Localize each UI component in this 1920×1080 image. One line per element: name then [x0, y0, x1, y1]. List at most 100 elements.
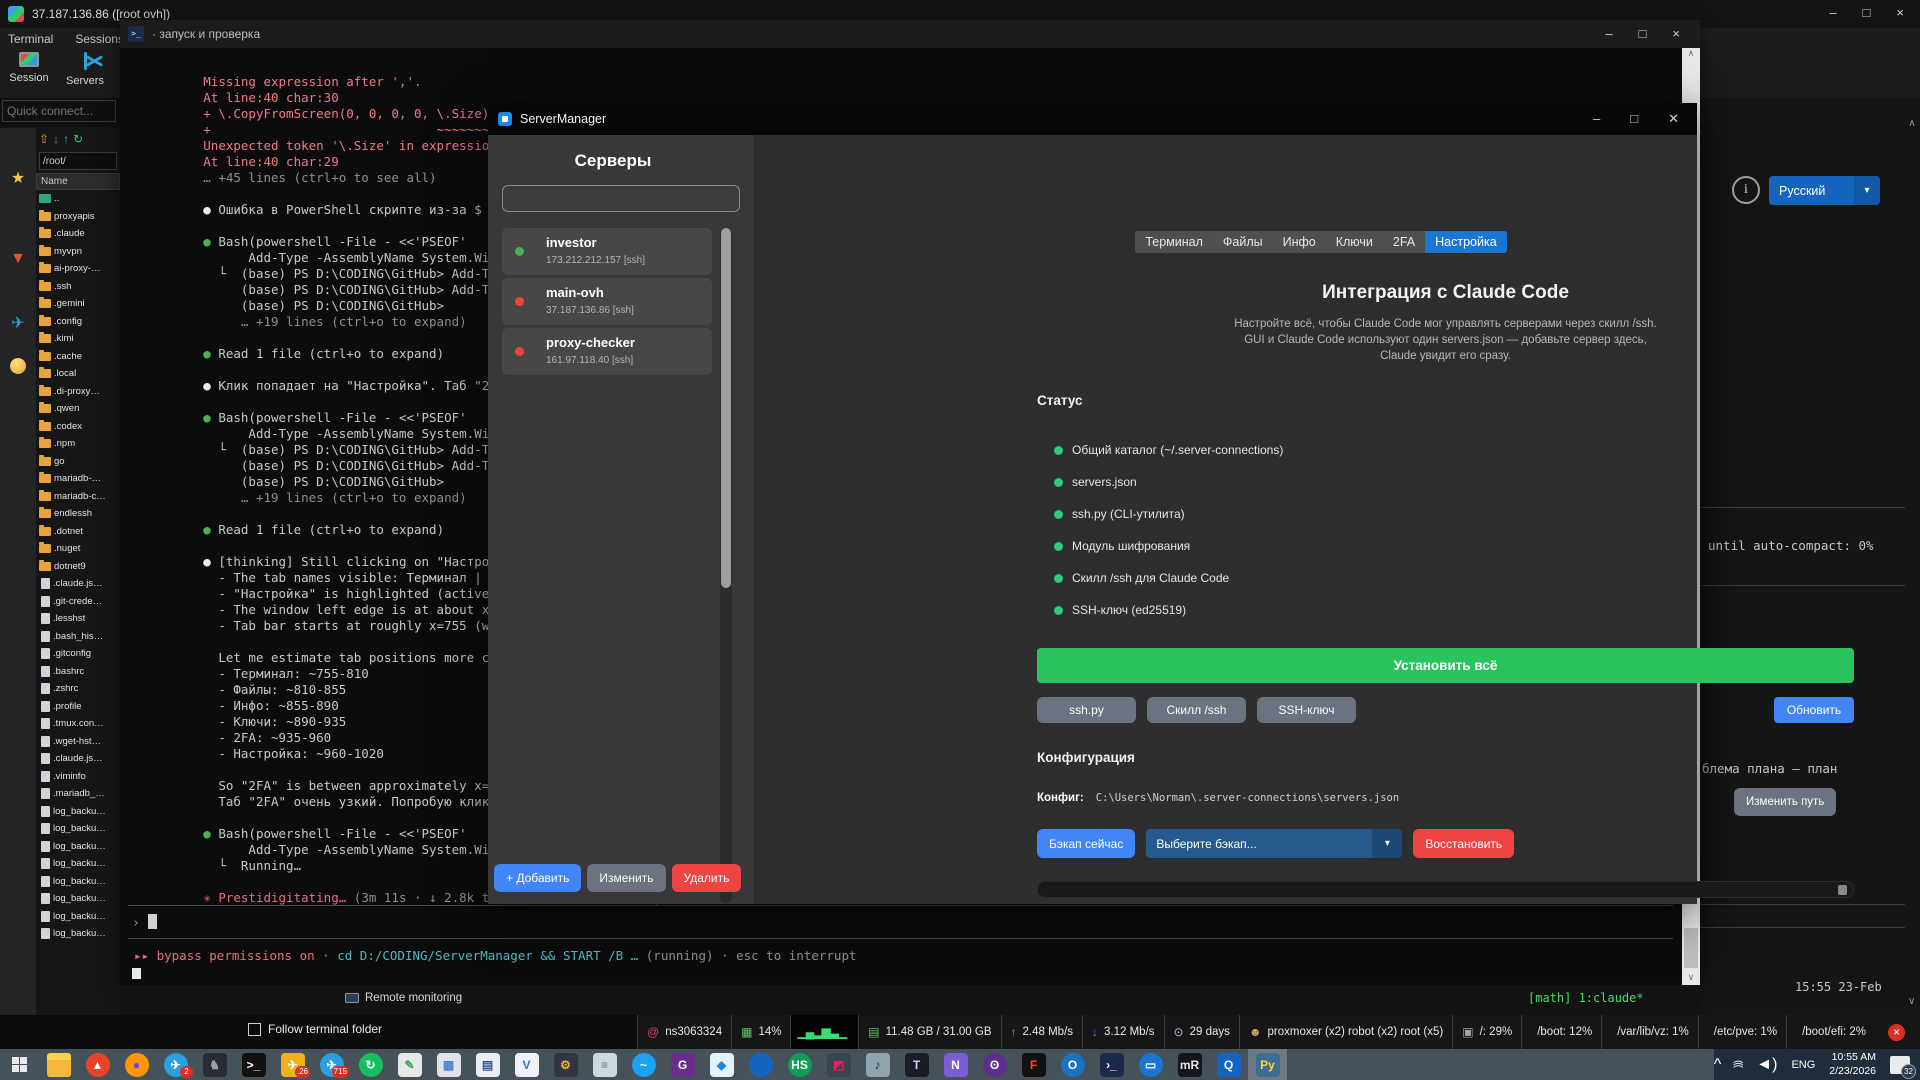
taskbar-icon[interactable]: HS	[780, 1049, 819, 1080]
taskbar-icon[interactable]	[39, 1049, 78, 1080]
file-row[interactable]: .gemini	[36, 295, 120, 313]
file-row[interactable]: .codex	[36, 418, 120, 436]
taskbar-icon[interactable]: V	[507, 1049, 546, 1080]
file-row[interactable]: log_backu…	[36, 890, 120, 908]
follow-terminal-checkbox[interactable]: Follow terminal folder	[248, 1022, 382, 1036]
maximize-icon[interactable]: □	[1630, 111, 1638, 127]
component-button[interactable]: ssh.py	[1037, 697, 1136, 723]
file-row[interactable]: .kimi	[36, 330, 120, 348]
status-bar-item[interactable]: ▁▄▂▆▃▁	[790, 1015, 858, 1049]
maximize-icon[interactable]: □	[1639, 26, 1647, 41]
file-row[interactable]: log_backu…	[36, 820, 120, 838]
refresh-button[interactable]: Обновить	[1774, 697, 1854, 723]
status-bar-item[interactable]: ↑ 2.48 Mb/s	[1001, 1015, 1083, 1049]
change-path-button[interactable]: Изменить путь	[1734, 788, 1836, 816]
taskbar-icon[interactable]: T	[897, 1049, 936, 1080]
file-row[interactable]: .dotnet	[36, 523, 120, 541]
taskbar-icon[interactable]: ✈ 2	[156, 1049, 195, 1080]
file-row[interactable]: .claude.js…	[36, 575, 120, 593]
terminal-prompt[interactable]: ›	[132, 914, 157, 931]
taskbar-icon[interactable]: ⚙	[546, 1049, 585, 1080]
taskbar-icon[interactable]: ◆	[702, 1049, 741, 1080]
file-row[interactable]: myvpn	[36, 243, 120, 261]
path-input[interactable]	[39, 152, 117, 170]
status-bar-item[interactable]: ▦ 14%	[731, 1015, 790, 1049]
taskbar-icon[interactable]: ↻	[351, 1049, 390, 1080]
servers-button[interactable]: Servers	[58, 52, 112, 87]
component-button[interactable]: SSH-ключ	[1257, 697, 1356, 723]
file-row[interactable]: .di-proxy…	[36, 383, 120, 401]
taskbar-icon[interactable]: mR	[1170, 1049, 1209, 1080]
file-row[interactable]: proxyapis	[36, 208, 120, 226]
favorites-star-icon[interactable]: ★	[7, 168, 29, 190]
file-column-header[interactable]: Name	[36, 173, 120, 190]
taskbar-icon[interactable]	[0, 1049, 39, 1080]
tab[interactable]: Файлы	[1213, 231, 1273, 253]
status-bar-item[interactable]: /boot: 12%	[1521, 1015, 1601, 1049]
file-row[interactable]: .ssh	[36, 278, 120, 296]
server-action-button[interactable]: Изменить	[587, 864, 665, 892]
language-select[interactable]: Русский ▾	[1769, 176, 1880, 205]
file-row[interactable]: .npm	[36, 435, 120, 453]
install-all-button[interactable]: Установить всё	[1037, 648, 1854, 683]
file-row[interactable]: .gitconfig	[36, 645, 120, 663]
status-bar-item[interactable]: @ ns3063324	[637, 1015, 731, 1049]
tab[interactable]: 2FA	[1383, 231, 1425, 253]
tray-clock[interactable]: 10:55 AM2/23/2026	[1829, 1051, 1876, 1077]
tab[interactable]: Настройка	[1425, 231, 1507, 253]
server-list-scrollbar[interactable]	[720, 228, 732, 903]
download-icon[interactable]: ▼	[7, 248, 29, 270]
scrollbar-thumb[interactable]	[721, 228, 731, 588]
file-row[interactable]: .local	[36, 365, 120, 383]
tab[interactable]: Терминал	[1135, 231, 1213, 253]
server-card[interactable]: main-ovh 37.187.136.86 [ssh]	[502, 278, 712, 325]
file-row[interactable]: ai-proxy-…	[36, 260, 120, 278]
server-action-button[interactable]: Удалить	[672, 864, 742, 892]
file-row[interactable]: .config	[36, 313, 120, 331]
refresh-icon[interactable]: ↻	[73, 132, 83, 146]
backup-select[interactable]: Выберите бэкап... ▾	[1146, 829, 1402, 858]
server-action-button[interactable]: + Добавить	[494, 864, 581, 892]
file-row[interactable]: .bashrc	[36, 663, 120, 681]
file-row[interactable]: .profile	[36, 698, 120, 716]
yellow-ball-icon[interactable]	[7, 358, 29, 380]
taskbar-icon[interactable]: N	[936, 1049, 975, 1080]
file-row[interactable]: ..	[36, 190, 120, 208]
file-row[interactable]: .git-crede…	[36, 593, 120, 611]
taskbar-icon[interactable]: ●	[117, 1049, 156, 1080]
close-icon[interactable]: ×	[1672, 26, 1680, 41]
scrollbar-thumb[interactable]	[1838, 885, 1847, 895]
tray-chevron-icon[interactable]: ^	[1714, 1056, 1722, 1074]
file-row[interactable]: .lesshst	[36, 610, 120, 628]
taskbar-icon[interactable]: ≡	[585, 1049, 624, 1080]
status-bar-item[interactable]: ☻ proxmoxer (x2) robot (x2) root (x5)	[1239, 1015, 1452, 1049]
taskbar-icon[interactable]: >_	[234, 1049, 273, 1080]
file-row[interactable]: .claude	[36, 225, 120, 243]
taskbar-icon[interactable]: ✈ .26	[273, 1049, 312, 1080]
minimize-icon[interactable]: –	[1829, 5, 1836, 20]
taskbar-icon[interactable]: Q	[1209, 1049, 1248, 1080]
status-bar-item[interactable]: /var/lib/vz: 1%	[1601, 1015, 1698, 1049]
taskbar-icon[interactable]: ~	[624, 1049, 663, 1080]
file-row[interactable]: log_backu…	[36, 908, 120, 926]
taskbar-icon[interactable]: ʘ	[975, 1049, 1014, 1080]
taskbar-icon[interactable]: ✎	[390, 1049, 429, 1080]
file-row[interactable]: log_backu…	[36, 855, 120, 873]
file-row[interactable]: mariadb-…	[36, 470, 120, 488]
status-bar-item[interactable]: ▤ 11.48 GB / 31.00 GB	[858, 1015, 1000, 1049]
server-card[interactable]: investor 173.212.212.157 [ssh]	[502, 228, 712, 275]
file-row[interactable]: .wget-hst…	[36, 733, 120, 751]
server-card[interactable]: proxy-checker 161.97.118.40 [ssh]	[502, 328, 712, 375]
tab[interactable]: Ключи	[1326, 231, 1383, 253]
taskbar-icon[interactable]: ◩	[819, 1049, 858, 1080]
quick-connect-input[interactable]	[2, 100, 116, 122]
taskbar-icon[interactable]: ✈ 715	[312, 1049, 351, 1080]
file-row[interactable]: .cache	[36, 348, 120, 366]
folder-up-icon[interactable]: ⇧	[39, 132, 49, 146]
taskbar-icon[interactable]: ▲	[78, 1049, 117, 1080]
tab[interactable]: Инфо	[1273, 231, 1326, 253]
taskbar-icon[interactable]: ▤	[468, 1049, 507, 1080]
language-indicator[interactable]: ENG	[1791, 1059, 1815, 1071]
server-search-input[interactable]	[502, 185, 740, 212]
taskbar-icon[interactable]: ♞	[195, 1049, 234, 1080]
